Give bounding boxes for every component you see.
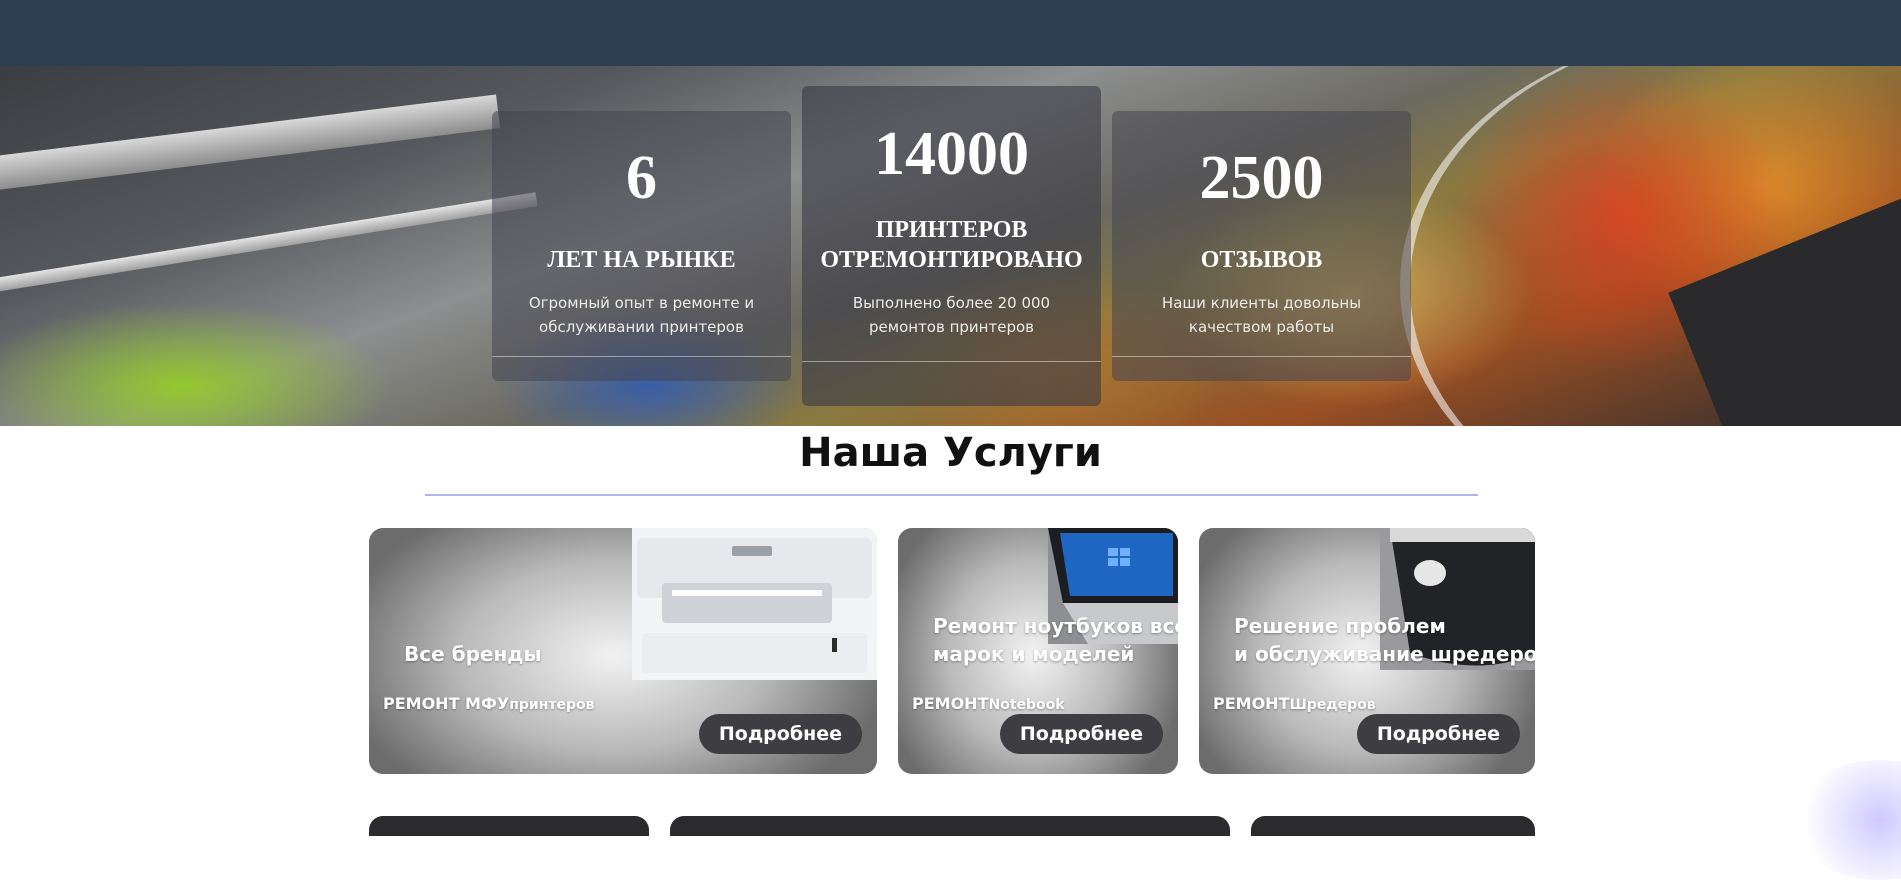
service-label: РЕМОНТNotebook [912,694,1065,713]
stat-number: 2500 [1199,144,1324,212]
stat-divider [1112,356,1411,357]
hero-printer-rail-lower [0,192,538,294]
stat-divider [802,361,1101,362]
stat-description: Наши клиенты довольны качеством работы [1161,294,1362,336]
service-label-main: РЕМОНТ [912,694,989,713]
corner-glow [1790,760,1901,880]
service-label-small: Шредеров [1289,697,1376,713]
top-navigation-bar [0,0,1901,66]
service-headline-line1: Решение проблем [1234,614,1446,638]
stat-title: ЛЕТ НА РЫНКЕ [547,247,736,273]
stat-number: 14000 [874,120,1029,188]
next-row-card-peek [369,816,649,836]
hero-printer-rail [0,94,501,192]
service-headline-line2: марок и моделей [933,642,1135,666]
service-label-main: РЕМОНТ МФУ [383,694,510,713]
service-card-notebook[interactable]: Ремонт ноутбуков всех марок и моделей РЕ… [898,528,1178,774]
section-divider [425,494,1478,496]
service-label: РЕМОНТШредеров [1213,694,1376,713]
stat-card-years: 6 ЛЕТ НА РЫНКЕ Огромный опыт в ремонте и… [492,111,791,381]
services-section-title: Наша Услуги [799,430,1102,476]
service-label-small: принтеров [509,697,595,713]
next-row-card-peek [1251,816,1535,836]
service-label: РЕМОНТ МФУпринтеров [383,694,594,713]
service-label-small: Notebook [988,697,1065,713]
service-headline: Все бренды [404,642,542,666]
stat-card-printers: 14000 ПРИНТЕРОВ ОТРЕМОНТИРОВАНО Выполнен… [802,86,1101,406]
service-details-button[interactable]: Подробнее [698,714,862,754]
service-card-mfp[interactable]: Все бренды РЕМОНТ МФУпринтеров Подробнее [369,528,877,774]
stat-title: ПРИНТЕРОВ ОТРЕМОНТИРОВАНО [820,217,1083,273]
service-details-button[interactable]: Подробнее [999,714,1163,754]
printer-icon [632,528,877,680]
stat-description: Огромный опыт в ремонте и обслуживании п… [528,294,755,336]
stat-card-reviews: 2500 ОТЗЫВОВ Наши клиенты довольны качес… [1112,111,1411,381]
service-headline-line1: Ремонт ноутбуков всех [933,614,1178,638]
next-row-card-peek [670,816,1230,836]
service-card-shredder[interactable]: Решение проблем и обслуживание шредеров … [1199,528,1535,774]
stat-number: 6 [626,144,657,212]
service-label-main: РЕМОНТ [1213,694,1290,713]
service-details-button[interactable]: Подробнее [1356,714,1520,754]
stat-title: ОТЗЫВОВ [1200,247,1323,273]
service-headline-line2: и обслуживание шредеров [1234,642,1535,666]
stat-description: Выполнено более 20 000 ремонтов принтеро… [852,294,1051,336]
stat-divider [492,356,791,357]
